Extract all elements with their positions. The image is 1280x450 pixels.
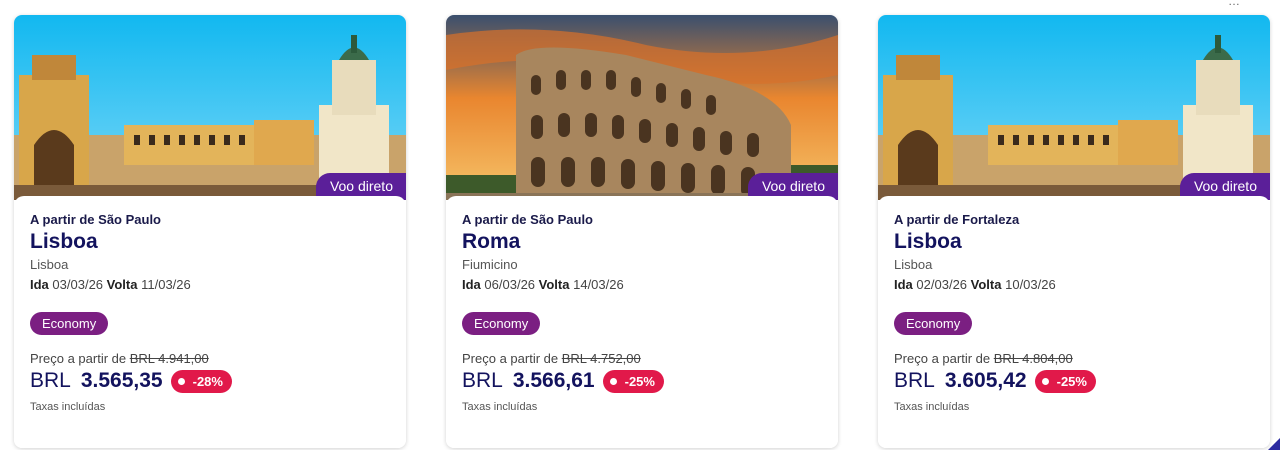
trip-dates: Ida 02/03/26 Volta 10/03/26 bbox=[894, 277, 1254, 292]
volta-date: 10/03/26 bbox=[1005, 277, 1056, 292]
card-body: A partir de São Paulo Roma Fiumicino Ida… bbox=[446, 196, 838, 448]
origin-label: A partir de São Paulo bbox=[30, 212, 161, 227]
price-row: BRL 3.565,35 -28% bbox=[30, 369, 390, 393]
price-from-line: Preço a partir de BRL 4.752,00 bbox=[462, 351, 822, 366]
volta-date: 11/03/26 bbox=[141, 277, 191, 292]
cabin-class-tag: Economy bbox=[462, 312, 541, 335]
ida-date: 06/03/26 bbox=[484, 277, 536, 292]
cropped-header-text: … bbox=[1228, 0, 1240, 8]
card-body: A partir de Fortaleza Lisboa Lisboa Ida … bbox=[878, 196, 1270, 448]
ida-label: Ida bbox=[30, 277, 49, 292]
offer-card-roma-sao-paulo[interactable]: Voo direto A partir de São Paulo Roma Fi… bbox=[446, 15, 838, 448]
price-row: BRL 3.605,42 -25% bbox=[894, 369, 1254, 393]
airport-name: Fiumicino bbox=[462, 257, 518, 272]
offer-card-lisboa-sao-paulo[interactable]: Voo direto A partir de São Paulo Lisboa … bbox=[14, 15, 406, 448]
ida-date: 03/03/26 bbox=[52, 277, 104, 292]
offer-card-lisboa-fortaleza[interactable]: Voo direto A partir de Fortaleza Lisboa … bbox=[878, 15, 1270, 448]
old-price: BRL 4.804,00 bbox=[993, 351, 1073, 366]
currency: BRL bbox=[30, 369, 71, 392]
price-amount: 3.566,61 bbox=[512, 369, 595, 392]
price-from-label: Preço a partir de bbox=[30, 351, 127, 366]
volta-label: Volta bbox=[970, 277, 1002, 292]
price-amount: 3.605,42 bbox=[944, 369, 1027, 392]
offer-cards: Voo direto A partir de São Paulo Lisboa … bbox=[14, 15, 1270, 448]
card-body: A partir de São Paulo Lisboa Lisboa Ida … bbox=[14, 196, 406, 448]
old-price: BRL 4.941,00 bbox=[129, 351, 209, 366]
price-from-line: Preço a partir de BRL 4.941,00 bbox=[30, 351, 390, 366]
price-from-label: Preço a partir de bbox=[462, 351, 559, 366]
currency: BRL bbox=[462, 369, 503, 392]
destination-name: Roma bbox=[462, 230, 521, 253]
discount-badge: -25% bbox=[1034, 369, 1096, 393]
corner-widget-icon[interactable] bbox=[1268, 438, 1280, 450]
price-from-label: Preço a partir de bbox=[894, 351, 991, 366]
taxes-note: Taxas incluídas bbox=[462, 401, 538, 413]
destination-name: Lisboa bbox=[30, 230, 98, 253]
ida-date: 02/03/26 bbox=[916, 277, 968, 292]
discount-badge: -28% bbox=[170, 369, 232, 393]
origin-label: A partir de São Paulo bbox=[462, 212, 593, 227]
trip-dates: Ida 06/03/26 Volta 14/03/26 bbox=[462, 277, 822, 292]
ida-label: Ida bbox=[894, 277, 913, 292]
currency: BRL bbox=[894, 369, 935, 392]
offers-page: … Voo direto A partir de São Paulo Lisbo… bbox=[0, 0, 1280, 450]
cabin-class-tag: Economy bbox=[30, 312, 109, 335]
destination-image-lisboa: Voo direto bbox=[878, 15, 1270, 200]
discount-badge: -25% bbox=[602, 369, 664, 393]
destination-image-lisboa: Voo direto bbox=[14, 15, 406, 200]
airport-name: Lisboa bbox=[894, 257, 933, 272]
cabin-class-tag: Economy bbox=[894, 312, 973, 335]
taxes-note: Taxas incluídas bbox=[894, 401, 970, 413]
price-from-line: Preço a partir de BRL 4.804,00 bbox=[894, 351, 1254, 366]
price-amount: 3.565,35 bbox=[80, 369, 163, 392]
taxes-note: Taxas incluídas bbox=[30, 401, 106, 413]
destination-image-roma: Voo direto bbox=[446, 15, 838, 200]
volta-label: Volta bbox=[106, 277, 138, 292]
trip-dates: Ida 03/03/26 Volta 11/03/26 bbox=[30, 277, 390, 292]
airport-name: Lisboa bbox=[30, 257, 69, 272]
volta-date: 14/03/26 bbox=[573, 277, 624, 292]
destination-name: Lisboa bbox=[894, 230, 962, 253]
ida-label: Ida bbox=[462, 277, 481, 292]
volta-label: Volta bbox=[538, 277, 570, 292]
price-row: BRL 3.566,61 -25% bbox=[462, 369, 822, 393]
old-price: BRL 4.752,00 bbox=[561, 351, 641, 366]
origin-label: A partir de Fortaleza bbox=[894, 212, 1020, 227]
